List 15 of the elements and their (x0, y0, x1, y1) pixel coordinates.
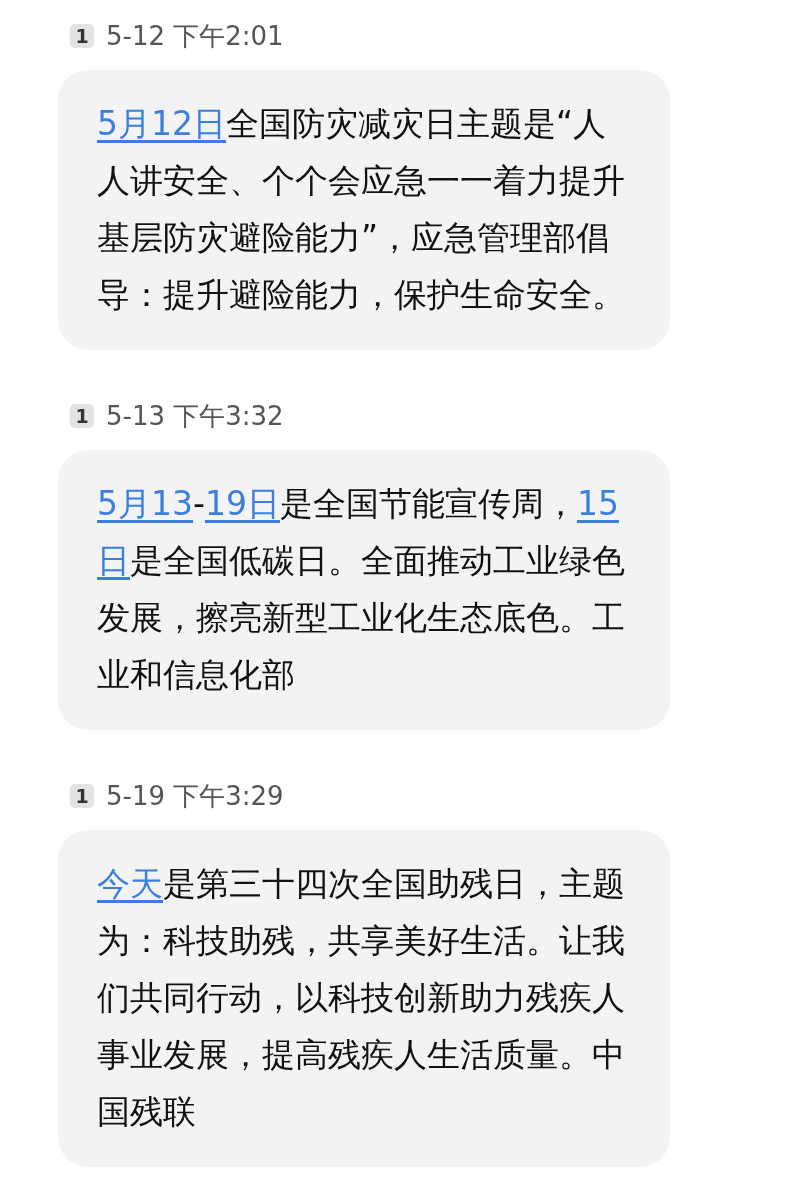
sim-badge: 1 (70, 24, 94, 48)
sim-badge: 1 (70, 784, 94, 808)
date-link[interactable]: 今天 (97, 864, 163, 903)
date-link[interactable]: 5月12日 (97, 104, 226, 143)
message-text: 5月12日全国防灾减灾日主题是“人人讲安全、个个会应急一一着力提升基层防灾避险能力”，应急管理部倡导：提升避险能力，保护生命安全。 (97, 103, 626, 316)
message-text: 今天是第三十四次全国助残日，主题为：科技助残，共享美好生活。让我们共同行动，以科技创新助力残疾人事业发展，提高残疾人生活质量。中国残联 (97, 863, 626, 1133)
date-link[interactable]: 15 (576, 484, 619, 523)
message-time: 5-13 下午3:32 (106, 399, 284, 433)
message-time: 5-12 下午2:01 (106, 19, 284, 53)
message-time: 5-19 下午3:29 (106, 779, 284, 813)
date-link[interactable]: 19日 (204, 484, 280, 523)
date-link[interactable]: 日 (97, 541, 130, 580)
message-text: 5月13-19日是全国节能宣传周，15 日是全国低碳日。全面推动工业绿色发展，擦亮新型工业化生态底色。工业和信息化部 (97, 483, 626, 696)
sim-badge: 1 (70, 404, 94, 428)
date-link[interactable]: 5月13 (97, 484, 193, 523)
